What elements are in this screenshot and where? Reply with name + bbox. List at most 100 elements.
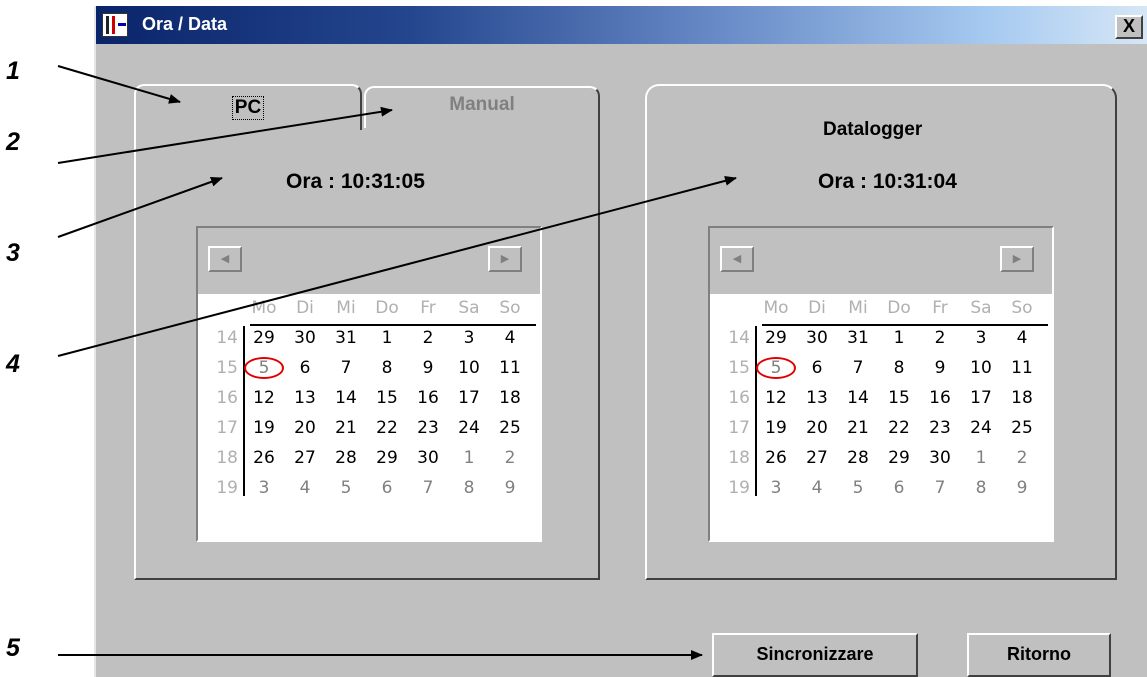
calendar-day[interactable]: 23 xyxy=(412,418,444,438)
calendar-week-rule xyxy=(755,326,757,496)
calendar-day[interactable]: 9 xyxy=(412,358,444,378)
calendar-day[interactable]: 6 xyxy=(883,478,915,498)
calendar-day[interactable]: 16 xyxy=(412,388,444,408)
calendar-day[interactable]: 26 xyxy=(760,448,792,468)
calendar-day[interactable]: 8 xyxy=(883,358,915,378)
tab-manual[interactable]: Manual xyxy=(364,86,600,128)
calendar-next-button[interactable]: ▶ xyxy=(488,246,522,272)
calendar-day[interactable]: 6 xyxy=(289,358,321,378)
today-marker xyxy=(756,357,796,379)
calendar-day[interactable]: 14 xyxy=(330,388,362,408)
calendar-day[interactable]: 3 xyxy=(760,478,792,498)
calendar-day[interactable]: 12 xyxy=(760,388,792,408)
calendar-day[interactable]: 6 xyxy=(371,478,403,498)
calendar-day[interactable]: 13 xyxy=(801,388,833,408)
week-number: 17 xyxy=(728,418,750,438)
calendar-day[interactable]: 27 xyxy=(289,448,321,468)
calendar-day[interactable]: 29 xyxy=(883,448,915,468)
calendar-day[interactable]: 10 xyxy=(453,358,485,378)
calendar-day[interactable]: 27 xyxy=(801,448,833,468)
calendar-day[interactable]: 7 xyxy=(330,358,362,378)
calendar-day[interactable]: 25 xyxy=(1006,418,1038,438)
calendar-day[interactable]: 21 xyxy=(330,418,362,438)
calendar-prev-button[interactable]: ◀ xyxy=(720,246,754,272)
calendar-day[interactable]: 4 xyxy=(289,478,321,498)
calendar-day[interactable]: 20 xyxy=(801,418,833,438)
calendar-day[interactable]: 6 xyxy=(801,358,833,378)
calendar-day[interactable]: 13 xyxy=(289,388,321,408)
calendar-day[interactable]: 23 xyxy=(924,418,956,438)
calendar-day[interactable]: 3 xyxy=(965,328,997,348)
pc-time-label: Ora : 10:31:05 xyxy=(286,170,425,193)
calendar-day[interactable]: 18 xyxy=(1006,388,1038,408)
calendar-day[interactable]: 17 xyxy=(965,388,997,408)
calendar-day[interactable]: 28 xyxy=(330,448,362,468)
calendar-day[interactable]: 18 xyxy=(494,388,526,408)
calendar-day[interactable]: 11 xyxy=(494,358,526,378)
calendar-day[interactable]: 29 xyxy=(760,328,792,348)
calendar-day[interactable]: 19 xyxy=(248,418,280,438)
calendar-day[interactable]: 2 xyxy=(412,328,444,348)
calendar-next-button[interactable]: ▶ xyxy=(1000,246,1034,272)
calendar-day[interactable]: 2 xyxy=(924,328,956,348)
calendar-day[interactable]: 1 xyxy=(371,328,403,348)
calendar-day[interactable]: 25 xyxy=(494,418,526,438)
calendar-day[interactable]: 9 xyxy=(1006,478,1038,498)
calendar-day[interactable]: 30 xyxy=(412,448,444,468)
calendar-day[interactable]: 8 xyxy=(453,478,485,498)
calendar-day[interactable]: 7 xyxy=(842,358,874,378)
calendar-day[interactable]: 4 xyxy=(1006,328,1038,348)
calendar-day[interactable]: 10 xyxy=(965,358,997,378)
calendar-day[interactable]: 4 xyxy=(801,478,833,498)
calendar-day[interactable]: 16 xyxy=(924,388,956,408)
pc-calendar[interactable]: ◀ ▶ Mo Di Mi Do Fr Sa So 14 15 16 17 18 19 29 30 31 1 2 3 4 5 6… xyxy=(196,226,542,542)
calendar-day[interactable]: 29 xyxy=(248,328,280,348)
calendar-day[interactable]: 1 xyxy=(453,448,485,468)
calendar-day[interactable]: 2 xyxy=(494,448,526,468)
calendar-prev-button[interactable]: ◀ xyxy=(208,246,242,272)
calendar-day[interactable]: 31 xyxy=(330,328,362,348)
sync-button[interactable]: Sincronizzare xyxy=(712,633,918,677)
calendar-day[interactable]: 30 xyxy=(924,448,956,468)
calendar-day[interactable]: 2 xyxy=(1006,448,1038,468)
calendar-day[interactable]: 3 xyxy=(453,328,485,348)
calendar-day[interactable]: 19 xyxy=(760,418,792,438)
calendar-day[interactable]: 21 xyxy=(842,418,874,438)
calendar-day[interactable]: 26 xyxy=(248,448,280,468)
calendar-day[interactable]: 9 xyxy=(924,358,956,378)
calendar-day[interactable]: 30 xyxy=(801,328,833,348)
calendar-day[interactable]: 17 xyxy=(453,388,485,408)
calendar-day[interactable]: 1 xyxy=(965,448,997,468)
calendar-day[interactable]: 14 xyxy=(842,388,874,408)
calendar-day[interactable]: 20 xyxy=(289,418,321,438)
calendar-day[interactable]: 15 xyxy=(371,388,403,408)
calendar-day[interactable]: 22 xyxy=(883,418,915,438)
back-button[interactable]: Ritorno xyxy=(967,633,1111,677)
calendar-day[interactable]: 5 xyxy=(842,478,874,498)
calendar-day[interactable]: 24 xyxy=(965,418,997,438)
calendar-day[interactable]: 4 xyxy=(494,328,526,348)
calendar-day[interactable]: 7 xyxy=(924,478,956,498)
calendar-day[interactable]: 28 xyxy=(842,448,874,468)
calendar-header-rule xyxy=(762,324,1048,326)
calendar-day[interactable]: 15 xyxy=(883,388,915,408)
close-button[interactable]: X xyxy=(1115,15,1143,39)
calendar-day[interactable]: 11 xyxy=(1006,358,1038,378)
title-bar[interactable]: Ora / Data X xyxy=(96,6,1147,44)
calendar-day[interactable]: 8 xyxy=(965,478,997,498)
calendar-day[interactable]: 12 xyxy=(248,388,280,408)
calendar-day[interactable]: 8 xyxy=(371,358,403,378)
datalogger-calendar[interactable]: ◀ ▶ Mo Di Mi Do Fr Sa So 14 15 16 17 18 19 29 30 31 1 2 3 4 5 6… xyxy=(708,226,1054,542)
calendar-day[interactable]: 31 xyxy=(842,328,874,348)
calendar-day[interactable]: 29 xyxy=(371,448,403,468)
calendar-day[interactable]: 22 xyxy=(371,418,403,438)
calendar-day[interactable]: 30 xyxy=(289,328,321,348)
calendar-day[interactable]: 9 xyxy=(494,478,526,498)
calendar-day[interactable]: 7 xyxy=(412,478,444,498)
calendar-day[interactable]: 5 xyxy=(330,478,362,498)
calendar-day[interactable]: 3 xyxy=(248,478,280,498)
calendar-day[interactable]: 24 xyxy=(453,418,485,438)
calendar-day[interactable]: 1 xyxy=(883,328,915,348)
tab-pc[interactable]: PC xyxy=(134,84,362,130)
weekday-header: Do xyxy=(375,298,399,318)
